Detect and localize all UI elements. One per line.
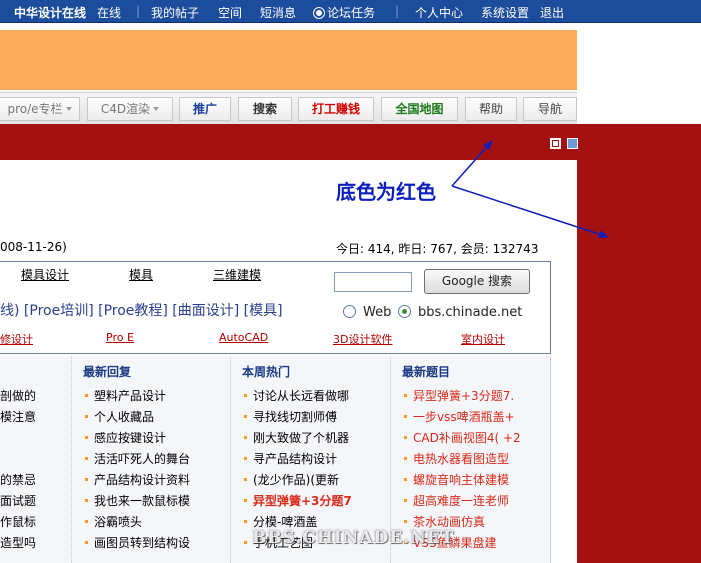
list-item[interactable]: 的禁忌 (0, 471, 36, 488)
list-item[interactable]: (龙少作品)(更新 (244, 471, 339, 488)
radio-site[interactable] (398, 305, 411, 318)
list-item[interactable]: 寻找线切割师傅 (244, 408, 337, 425)
forum-stats: 今日: 414, 昨日: 767, 会员: 132743 (336, 242, 539, 256)
tag-links[interactable]: 线) [Proe培训] [Proe教程] [曲面设计] [模具] (0, 300, 283, 320)
column-title: 最新题目 (402, 365, 451, 379)
link-3d-modeling[interactable]: 三维建模 (213, 266, 261, 283)
site-brand[interactable]: 中华设计在线 (14, 4, 86, 21)
link-repair-design[interactable]: 修设计 (0, 331, 33, 347)
header-banner (0, 30, 577, 90)
nav-separator: | (136, 4, 141, 18)
nav-online[interactable]: 在线 (97, 4, 121, 21)
column-partial: 剖做的 模注意 的禁忌 面试题 作鼠标 造型吗 (0, 356, 72, 563)
nav-space[interactable]: 空间 (218, 4, 242, 21)
annotation-label: 底色为红色 (336, 180, 436, 204)
list-item[interactable]: 一步vss啤酒瓶盖+ (404, 408, 515, 425)
list-item[interactable]: 面试题 (0, 492, 36, 509)
nav-separator: | (395, 4, 400, 18)
date-text: 008-11-26) (0, 240, 67, 254)
nav-my-posts[interactable]: 我的帖子 (151, 4, 199, 21)
restore-icon[interactable] (550, 138, 561, 149)
link-autocad[interactable]: AutoCAD (219, 331, 268, 344)
top-nav-bar: 中华设计在线 在线 | 我的帖子 空间 短消息 论坛任务 | 个人中心 系统设置… (0, 0, 701, 23)
radio-site-label: bbs.chinade.net (418, 305, 523, 320)
nav-settings[interactable]: 系统设置 (481, 4, 529, 21)
nav-messages[interactable]: 短消息 (260, 4, 296, 21)
google-search-button[interactable]: Google 搜索 (424, 269, 530, 294)
list-item[interactable]: 寻产品结构设计 (244, 450, 337, 467)
help-button[interactable]: 帮助 (465, 97, 517, 121)
list-item[interactable]: 造型吗 (0, 534, 36, 551)
list-item[interactable]: 画图员转到结构设 (85, 534, 190, 551)
radio-web[interactable] (343, 305, 356, 318)
list-item[interactable]: CAD补画视图4( +2 (404, 429, 521, 446)
list-item[interactable]: 作鼠标 (0, 513, 36, 530)
proe-column-button[interactable]: pro/e专栏 (0, 97, 80, 121)
list-item[interactable]: 超高难度一连老师 (404, 492, 509, 509)
list-item[interactable]: 塑料产品设计 (85, 387, 166, 404)
chevron-down-icon (153, 107, 160, 111)
link-3d-software[interactable]: 3D设计软件 (333, 331, 392, 347)
promote-button[interactable]: 推广 (179, 97, 231, 121)
national-map-button[interactable]: 全国地图 (381, 97, 458, 121)
list-item[interactable]: 讨论从长远看做哪 (244, 387, 349, 404)
column-title: 本周热门 (242, 365, 291, 379)
list-item[interactable]: 剖做的 (0, 387, 36, 404)
list-item[interactable]: 螺旋音响主体建模 (404, 471, 509, 488)
column-latest-replies: 最新回复 塑料产品设计 个人收藏品 感应按键设计 活活吓死人的舞台 产品结构设计… (72, 356, 231, 563)
list-item[interactable]: 活活吓死人的舞台 (85, 450, 190, 467)
nav-logout[interactable]: 退出 (540, 4, 564, 21)
list-item[interactable]: 个人收藏品 (85, 408, 154, 425)
link-interior-design[interactable]: 室内设计 (461, 331, 505, 347)
list-item[interactable]: 感应按键设计 (85, 429, 166, 446)
banner-gap (0, 23, 577, 30)
content-panel: 008-11-26) 今日: 414, 昨日: 767, 会员: 132743 … (0, 160, 577, 563)
list-item[interactable]: 异型弹簧+3分题7 (244, 492, 352, 509)
list-item[interactable]: 刚大致做了个机器 (244, 429, 349, 446)
list-item[interactable]: 模注意 (0, 408, 36, 425)
watermark: BBS.CHINADE.NET (252, 528, 455, 548)
search-input[interactable] (334, 272, 412, 292)
c4d-render-button[interactable]: C4D渲染 (87, 97, 173, 121)
radio-web-label: Web (363, 305, 392, 320)
search-panel: 模具设计 模具 三维建模 线) [Proe培训] [Proe教程] [曲面设计]… (0, 261, 551, 354)
link-mold-design[interactable]: 模具设计 (21, 266, 69, 283)
list-item[interactable]: 电热水器看图造型 (404, 450, 509, 467)
clock-icon (314, 8, 324, 18)
earn-money-button[interactable]: 打工赚钱 (298, 97, 374, 121)
search-nav-button[interactable]: 搜索 (238, 97, 292, 121)
right-margin (577, 23, 701, 124)
list-item[interactable]: 浴霸喷头 (85, 513, 142, 530)
list-item[interactable]: 我也来一款鼠标模 (85, 492, 190, 509)
list-item[interactable]: 产品结构设计资料 (85, 471, 190, 488)
maximize-icon[interactable] (567, 138, 578, 149)
nav-forum-tasks[interactable]: 论坛任务 (314, 4, 375, 21)
nav-user-center[interactable]: 个人中心 (415, 4, 463, 21)
column-title: 最新回复 (83, 365, 132, 379)
link-mold[interactable]: 模具 (129, 266, 153, 283)
toolbar: pro/e专栏 C4D渲染 推广 搜索 打工赚钱 全国地图 帮助 导航 (0, 92, 577, 124)
navigation-button[interactable]: 导航 (523, 97, 577, 121)
link-proe[interactable]: Pro E (106, 331, 134, 344)
chevron-down-icon (65, 107, 72, 111)
list-item[interactable]: 异型弹簧+3分题7. (404, 387, 514, 404)
